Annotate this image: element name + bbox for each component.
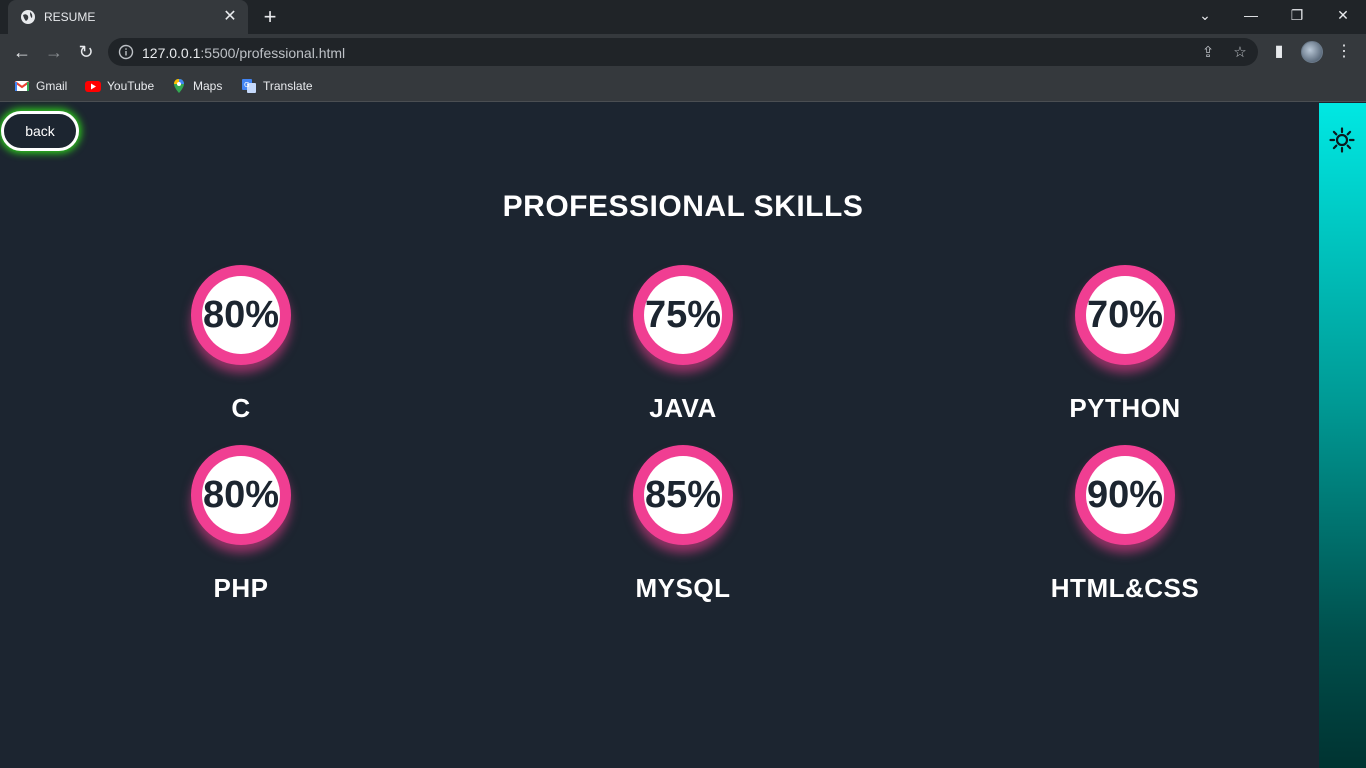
tab-search-icon[interactable]: ⌄: [1182, 0, 1228, 34]
tab-title: RESUME: [44, 10, 96, 24]
close-tab-icon[interactable]: ✕: [220, 7, 240, 27]
sun-icon[interactable]: [1329, 127, 1355, 153]
skill-percent: 75%: [644, 294, 722, 336]
skill-ring: 85%: [633, 445, 733, 545]
skill-card-java: 75% JAVA: [563, 265, 803, 445]
back-arrow-icon[interactable]: ←: [9, 39, 35, 65]
skill-name: C: [231, 393, 251, 423]
skill-ring: 80%: [191, 265, 291, 365]
bookmark-maps[interactable]: Maps: [171, 77, 222, 95]
restore-button[interactable]: ❐: [1274, 0, 1320, 34]
info-icon[interactable]: [118, 44, 134, 60]
skill-ring: 75%: [633, 265, 733, 365]
menu-kebab-icon[interactable]: ⋮: [1332, 40, 1356, 64]
address-bar[interactable]: 127.0.0.1:5500/professional.html ⇪ ☆: [108, 38, 1258, 66]
youtube-icon: [85, 81, 101, 92]
skill-percent: 85%: [644, 474, 722, 516]
page-title: PROFESSIONAL SKILLS: [502, 190, 864, 223]
minimize-button[interactable]: —: [1228, 0, 1274, 34]
bookmarks-bar: Gmail YouTube Maps G Translate: [0, 70, 1366, 102]
skill-percent: 80%: [202, 294, 280, 336]
share-icon[interactable]: ⇪: [1198, 43, 1218, 63]
page-content: back PROFESSIONAL SKILLS 80% C 75% JAVA …: [0, 103, 1319, 768]
translate-icon: G: [242, 79, 256, 93]
bookmark-youtube[interactable]: YouTube: [85, 77, 154, 95]
skill-ring: 80%: [191, 445, 291, 545]
bookmark-label: YouTube: [107, 79, 155, 93]
profile-avatar[interactable]: [1301, 41, 1323, 63]
skill-percent: 90%: [1086, 474, 1164, 516]
bookmark-translate[interactable]: G Translate: [241, 77, 313, 95]
skill-name: PYTHON: [1069, 393, 1181, 423]
bookmark-star-icon[interactable]: ☆: [1230, 43, 1250, 63]
forward-arrow-icon[interactable]: →: [41, 39, 67, 65]
skill-ring: 70%: [1075, 265, 1175, 365]
url-path: :5500/professional.html: [200, 45, 346, 61]
url-host: 127.0.0.1: [142, 45, 201, 61]
theme-sidebar: [1319, 103, 1366, 768]
side-panel-icon[interactable]: ▮: [1267, 40, 1291, 64]
url-text: 127.0.0.1:5500/professional.html: [142, 45, 345, 61]
tab-resume[interactable]: RESUME ✕: [8, 0, 248, 34]
skill-card-python: 70% PYTHON: [1005, 265, 1245, 445]
tab-strip: RESUME ✕ + ⌄ — ❐ ✕: [0, 0, 1366, 34]
skill-name: MYSQL: [635, 573, 731, 603]
skill-card-html-css: 90% HTML&CSS: [1005, 445, 1245, 625]
maps-icon: [174, 79, 184, 93]
bookmark-label: Maps: [193, 79, 223, 93]
bookmark-gmail[interactable]: Gmail: [14, 77, 67, 95]
bookmark-label: Gmail: [36, 79, 68, 93]
browser-toolbar: ← → ↻ 127.0.0.1:5500/professional.html ⇪…: [0, 34, 1366, 70]
close-window-button[interactable]: ✕: [1320, 0, 1366, 34]
skill-name: HTML&CSS: [1050, 573, 1200, 603]
new-tab-button[interactable]: +: [258, 6, 282, 30]
skill-percent: 80%: [202, 474, 280, 516]
reload-icon[interactable]: ↻: [73, 39, 99, 65]
skill-percent: 70%: [1086, 294, 1164, 336]
bookmark-label: Translate: [263, 79, 313, 93]
skill-card-c: 80% C: [121, 265, 361, 445]
globe-icon: [21, 10, 35, 24]
skill-card-mysql: 85% MYSQL: [563, 445, 803, 625]
svg-text:G: G: [244, 81, 249, 89]
skill-ring: 90%: [1075, 445, 1175, 545]
skill-name: JAVA: [649, 393, 717, 423]
skill-card-php: 80% PHP: [121, 445, 361, 625]
back-button[interactable]: back: [1, 111, 79, 151]
gmail-icon: [14, 81, 30, 91]
skill-name: PHP: [213, 573, 269, 603]
